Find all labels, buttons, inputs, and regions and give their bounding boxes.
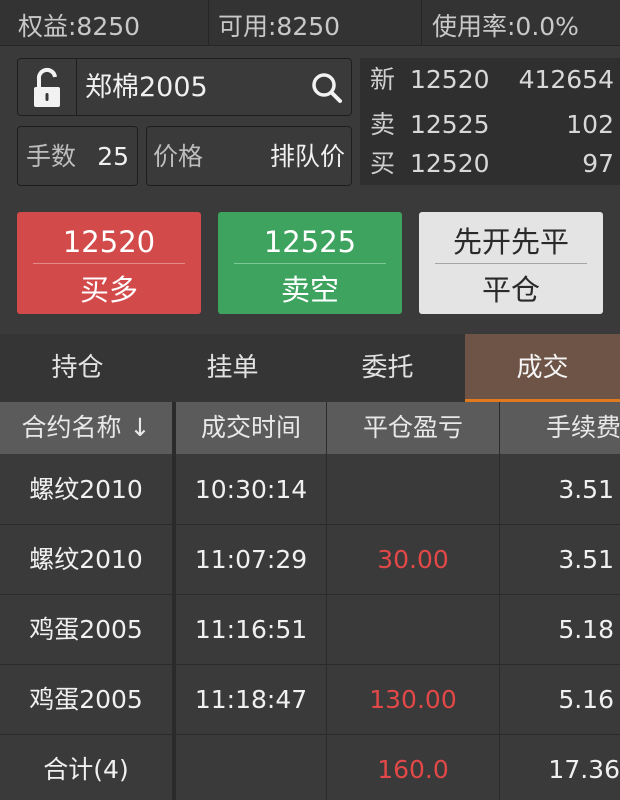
cell-fee: 3.51 [558, 545, 614, 574]
close-position-button[interactable]: 先开先平 平仓 [419, 212, 603, 314]
lock-toggle-button[interactable] [17, 58, 77, 116]
divider [421, 0, 422, 46]
divider [234, 263, 386, 264]
buy-label: 买多 [79, 273, 138, 307]
column-header-time: 成交时间 [200, 413, 301, 442]
column-divider [499, 402, 500, 800]
quote-panel: 新 12520 412654 卖 12525 102 买 12520 97 [360, 58, 620, 185]
available-value: 可用:8250 [218, 12, 341, 41]
table-total-row: 合计(4) 160.0 17.36 [0, 735, 620, 800]
instrument-name: 郑棉2005 [85, 72, 208, 103]
cell-fee: 5.18 [558, 615, 614, 644]
table-row[interactable]: 螺纹2010 11:07:29 30.00 3.51 [0, 525, 620, 595]
instrument-selector[interactable]: 郑棉2005 [76, 58, 352, 116]
table-row[interactable]: 鸡蛋2005 11:18:47 130.00 5.16 [0, 665, 620, 735]
cell-total-pnl: 160.0 [377, 755, 449, 784]
cell-pnl: 130.00 [369, 685, 457, 714]
sell-price: 12525 [263, 225, 357, 259]
quote-bid-row: 买 12520 97 [360, 144, 620, 184]
cell-total-label: 合计(4) [43, 755, 129, 784]
divider [33, 263, 185, 264]
cell-total-fee: 17.36 [548, 755, 620, 784]
last-price: 12520 [410, 65, 490, 94]
record-tabs: 持仓 挂单 委托 成交 [0, 334, 620, 402]
cell-time: 11:18:47 [194, 685, 308, 714]
cell-fee: 3.51 [558, 475, 614, 504]
quote-last-row: 新 12520 412654 [360, 60, 620, 100]
column-divider [172, 402, 176, 800]
bid-label: 买 [370, 149, 396, 178]
table-row[interactable]: 螺纹2010 10:30:14 3.51 [0, 455, 620, 525]
close-mode: 先开先平 [452, 225, 569, 259]
ask-qty: 102 [566, 110, 614, 139]
cell-pnl [327, 455, 499, 525]
ask-label: 卖 [370, 110, 396, 139]
trades-table-header: 合约名称 ↓ 成交时间 平仓盈亏 手续费 [0, 402, 620, 454]
quantity-value: 25 [97, 142, 129, 171]
close-label: 平仓 [481, 273, 540, 307]
quantity-label: 手数 [26, 142, 77, 171]
buy-long-button[interactable]: 12520 买多 [17, 212, 201, 314]
price-value: 排队价 [269, 142, 345, 171]
column-divider [326, 402, 327, 800]
sell-short-button[interactable]: 12525 卖空 [218, 212, 402, 314]
account-bar: 权益:8250 可用:8250 使用率:0.0% [0, 0, 620, 46]
column-header-pnl: 平仓盈亏 [362, 413, 463, 442]
divider [435, 263, 587, 264]
cell-fee: 5.16 [558, 685, 614, 714]
sell-label: 卖空 [280, 273, 339, 307]
cell-pnl: 30.00 [377, 545, 449, 574]
tab-positions[interactable]: 持仓 [0, 334, 155, 402]
table-row[interactable]: 鸡蛋2005 11:16:51 5.18 [0, 595, 620, 665]
cell-time: 10:30:14 [194, 475, 308, 504]
quote-ask-row: 卖 12525 102 [360, 105, 620, 145]
price-label: 价格 [153, 142, 204, 171]
bid-qty: 97 [582, 149, 614, 178]
search-icon[interactable] [309, 70, 345, 106]
cell-contract: 鸡蛋2005 [29, 685, 143, 714]
column-header-fee: 手续费 [546, 413, 620, 442]
cell-contract: 螺纹2010 [29, 475, 143, 504]
volume: 412654 [518, 65, 614, 94]
cell-contract: 鸡蛋2005 [29, 615, 143, 644]
equity-value: 权益:8250 [18, 12, 141, 41]
last-label: 新 [370, 65, 396, 94]
cell-contract: 螺纹2010 [29, 545, 143, 574]
cell-time: 11:07:29 [194, 545, 308, 574]
unlock-icon [34, 67, 60, 107]
tab-pending-orders[interactable]: 挂单 [155, 334, 310, 402]
divider [208, 0, 209, 46]
cell-pnl [327, 595, 499, 665]
buy-price: 12520 [62, 225, 156, 259]
tab-trades[interactable]: 成交 [465, 334, 620, 402]
tab-orders[interactable]: 委托 [310, 334, 465, 402]
ask-price: 12525 [410, 110, 490, 139]
cell-total-time [176, 735, 326, 800]
bid-price: 12520 [410, 149, 490, 178]
usage-value: 使用率:0.0% [432, 12, 579, 41]
cell-time: 11:16:51 [194, 615, 308, 644]
column-header-contract[interactable]: 合约名称 ↓ [0, 402, 172, 454]
quantity-input[interactable]: 手数 25 [17, 126, 138, 186]
price-input[interactable]: 价格 排队价 [146, 126, 352, 186]
